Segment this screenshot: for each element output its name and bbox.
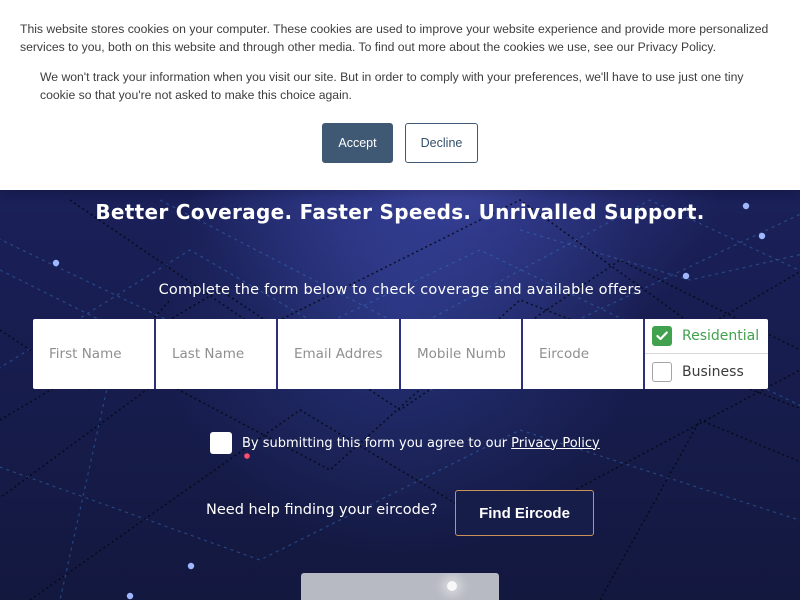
network-node-4	[758, 232, 766, 240]
last-name-field-wrapper	[156, 319, 278, 389]
page-title: Better Coverage. Faster Speeds. Unrivall…	[95, 200, 705, 224]
cookie-secondary-text: We won't track your information when you…	[40, 70, 744, 102]
decline-button[interactable]: Decline	[405, 123, 478, 163]
submit-glow	[447, 581, 457, 591]
residential-checkbox[interactable]	[652, 326, 672, 346]
network-node-2	[682, 272, 690, 280]
network-line-11	[599, 419, 800, 600]
privacy-policy-link[interactable]: Privacy Policy	[511, 436, 600, 451]
email-input[interactable]	[278, 319, 399, 389]
find-eircode-button[interactable]: Find Eircode	[455, 490, 594, 536]
privacy-agreement-text: By submitting this form you agree to our	[242, 435, 508, 451]
eircode-input[interactable]	[523, 319, 643, 389]
partial-submit-button[interactable]	[301, 573, 499, 600]
privacy-agreement-checkbox[interactable]	[210, 432, 232, 454]
last-name-input[interactable]	[156, 319, 276, 389]
network-node-5	[187, 562, 195, 570]
eircode-help-text: Need help finding your eircode?	[206, 502, 438, 518]
network-node-1	[52, 259, 60, 267]
customer-type-selector: Residential Business	[645, 319, 768, 389]
accept-button[interactable]: Accept	[322, 123, 393, 163]
network-nodes	[52, 202, 766, 600]
business-checkbox[interactable]	[652, 361, 672, 382]
first-name-field-wrapper	[33, 319, 156, 389]
form-intro-text: Complete the form below to check coverag…	[158, 282, 642, 298]
dark-dashed-lines	[0, 199, 800, 600]
eircode-field-wrapper	[523, 319, 645, 389]
cookie-main-text: This website stores cookies on your comp…	[20, 22, 769, 54]
residential-label: Residential	[682, 328, 760, 344]
network-line-9	[29, 369, 800, 600]
coverage-form: Residential Business	[33, 319, 768, 389]
email-field-wrapper	[278, 319, 401, 389]
network-node-6	[126, 592, 134, 600]
network-line-5	[519, 229, 800, 281]
cookie-banner: This website stores cookies on your comp…	[0, 0, 800, 190]
mobile-number-field-wrapper	[401, 319, 523, 389]
business-option[interactable]: Business	[645, 354, 768, 389]
privacy-agreement-row: By submitting this form you agree to our…	[210, 431, 630, 455]
page-root: This website stores cookies on your comp…	[0, 0, 800, 600]
check-icon	[656, 331, 668, 341]
first-name-input[interactable]	[33, 319, 154, 389]
business-label: Business	[682, 363, 744, 380]
residential-option[interactable]: Residential	[645, 319, 768, 354]
mobile-number-input[interactable]	[401, 319, 521, 389]
